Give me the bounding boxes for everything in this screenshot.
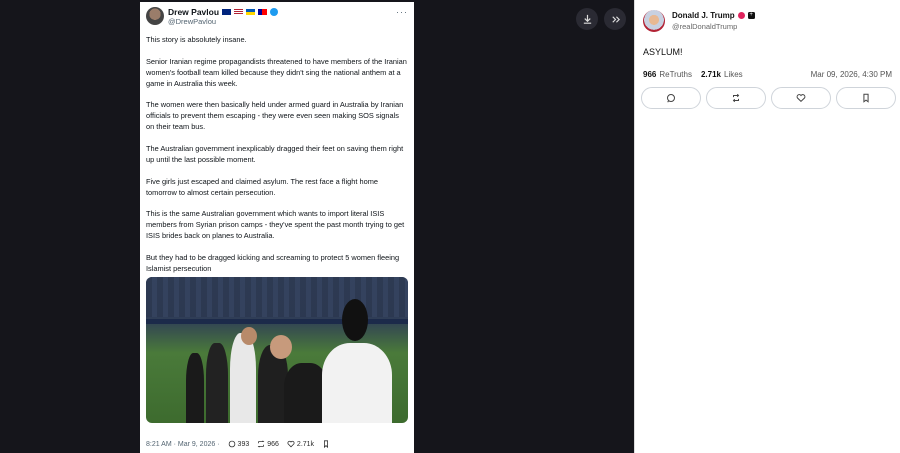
player-head: [270, 334, 292, 359]
flag-australia-icon: [222, 9, 232, 15]
post-text: ASYLUM!: [643, 47, 683, 57]
bookmark-stat: [322, 440, 330, 448]
download-icon: [583, 14, 591, 24]
tweet-footer: 8:21 AM · Mar 9, 2026 · 393 966 2.71k: [140, 435, 414, 453]
tweet-author-name: Drew Pavlou: [168, 7, 220, 17]
plus-badge-icon: +: [747, 12, 755, 19]
expand-button[interactable]: [604, 8, 626, 30]
retruths-count: 966: [643, 70, 657, 79]
tweet-author-handle: @DrewPavlou: [168, 17, 217, 26]
tweet-photo: [146, 276, 408, 423]
flag-taiwan-icon: [258, 9, 268, 15]
player-figure: [230, 332, 256, 423]
viewer-toolbar: [576, 8, 626, 30]
expand-icon: [611, 15, 620, 23]
tweet-paragraph: Five girls just escaped and claimed asyl…: [146, 176, 378, 197]
stadium-stands: [146, 276, 408, 317]
player-figure: [322, 342, 392, 423]
likes-label[interactable]: Likes: [724, 70, 743, 79]
verified-badge-icon: [737, 12, 745, 19]
tweet-paragraph: The women were then basically held under…: [146, 100, 404, 132]
stadium-banner: [146, 318, 408, 324]
embedded-tweet-image: Drew Pavlou @DrewPavlou ··· This story i…: [140, 2, 414, 453]
tweet-text: This story is absolutely insane. Senior …: [140, 27, 414, 275]
player-figure: [186, 352, 204, 423]
avatar: [146, 7, 164, 25]
bookmark-icon: [324, 440, 329, 448]
retruth-icon: [732, 93, 740, 103]
reply-icon: [667, 94, 675, 103]
player-head: [342, 298, 368, 341]
like-icon: [796, 94, 806, 103]
post-author-name[interactable]: Donald J. Trump: [672, 10, 735, 21]
like-stat: 2.71k: [287, 440, 314, 448]
tweet-paragraph: Senior Iranian regime propagandists thre…: [146, 56, 407, 88]
flag-usa-icon: [234, 9, 244, 15]
reply-button[interactable]: [641, 87, 701, 109]
tweet-paragraph: This story is absolutely insane.: [146, 35, 247, 44]
post-panel: Donald J. Trump + @realDonaldTrump ASYLU…: [634, 0, 900, 453]
post-stats: 966 ReTruths 2.71k Likes Mar 09, 2026, 4…: [635, 57, 900, 79]
bookmark-button[interactable]: [836, 87, 896, 109]
post-actions: [635, 79, 900, 109]
retruth-button[interactable]: [706, 87, 766, 109]
reply-icon: [228, 440, 235, 448]
heart-icon: [287, 440, 295, 448]
post-header: Donald J. Trump + @realDonaldTrump: [635, 0, 900, 32]
reply-stat: 393: [228, 440, 249, 448]
image-viewer: Drew Pavlou @DrewPavlou ··· This story i…: [0, 0, 634, 453]
tweet-header: Drew Pavlou @DrewPavlou ···: [140, 2, 414, 27]
player-figure: [206, 342, 228, 423]
repost-stat: 966: [257, 440, 279, 448]
player-head: [241, 326, 257, 345]
avatar[interactable]: [643, 10, 665, 32]
post-author-handle[interactable]: @realDonaldTrump: [672, 21, 755, 32]
post-date: Mar 09, 2026, 4:30 PM: [810, 70, 892, 79]
like-button[interactable]: [771, 87, 831, 109]
tweet-paragraph: But they had to be dragged kicking and s…: [146, 253, 400, 273]
verified-icon: [270, 8, 279, 16]
flag-ukraine-icon: [246, 9, 256, 15]
download-button[interactable]: [576, 8, 598, 30]
tweet-paragraph: The Australian government inexplicably d…: [146, 144, 404, 164]
likes-count: 2.71k: [700, 70, 721, 79]
tweet-timestamp: 8:21 AM · Mar 9, 2026 ·: [146, 440, 220, 448]
tweet-paragraph: This is the same Australian government w…: [146, 209, 405, 241]
repost-icon: [257, 440, 265, 448]
retruths-label[interactable]: ReTruths: [659, 70, 692, 79]
bookmark-icon: [863, 93, 869, 103]
more-options-icon: ···: [396, 7, 408, 17]
